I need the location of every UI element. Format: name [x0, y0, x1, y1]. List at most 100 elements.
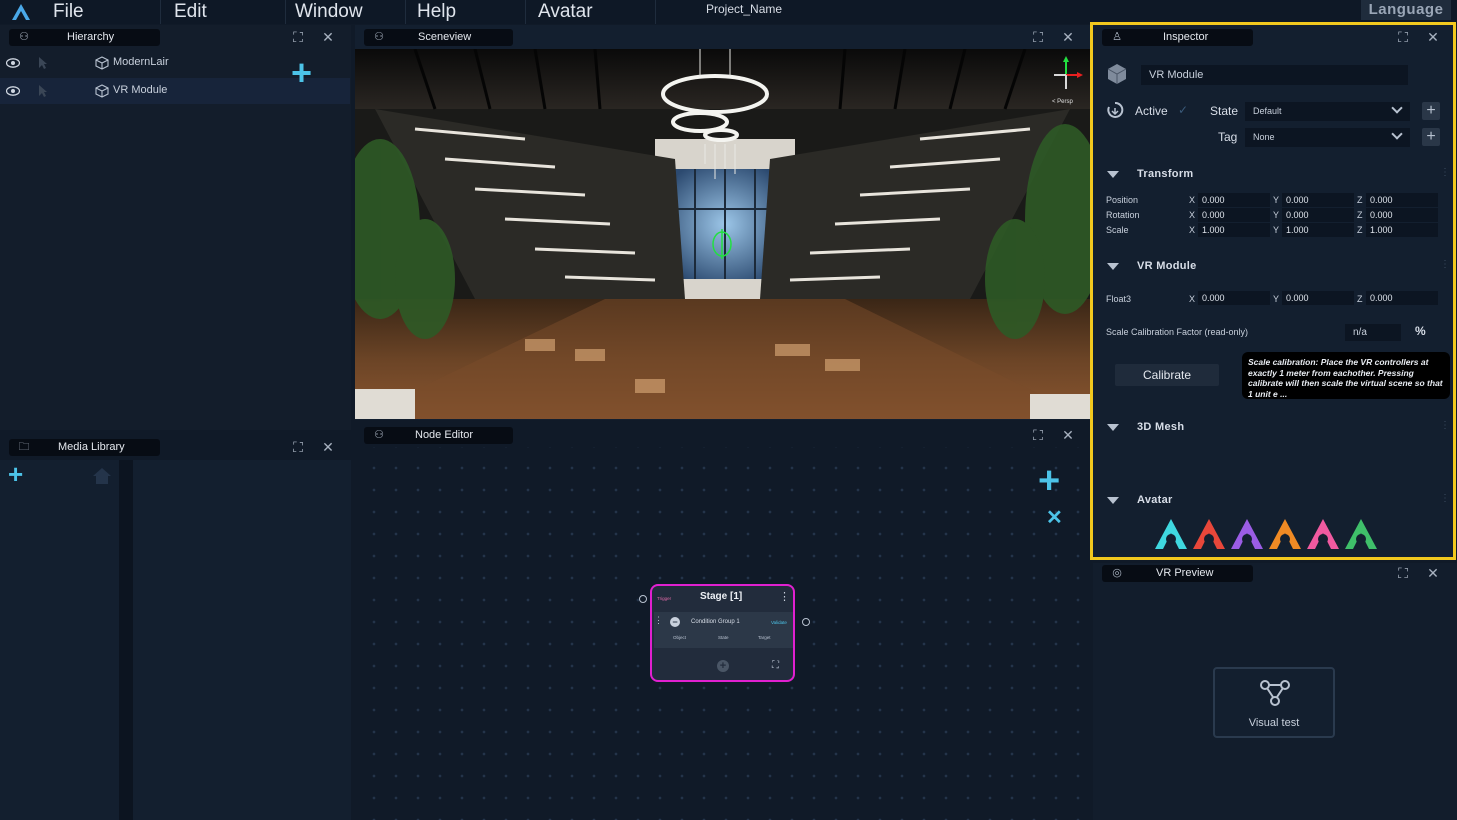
transform-title: Transform [1137, 168, 1194, 180]
avatar-option-icon[interactable] [1343, 517, 1379, 551]
scale-calibration-label: Scale Calibration Factor (read-only) [1106, 327, 1249, 337]
drag-handle-icon[interactable]: ⋮ [654, 615, 663, 626]
tag-dropdown[interactable]: None [1245, 128, 1410, 147]
active-toggle-icon[interactable] [1106, 101, 1124, 119]
tab-hierarchy[interactable]: ⚇ Hierarchy [9, 29, 160, 46]
persp-label[interactable]: < Persp [1052, 99, 1073, 105]
axis-z: Z [1357, 210, 1363, 220]
add-media-button[interactable]: + [8, 461, 23, 487]
node-menu-icon[interactable]: ⋮ [779, 590, 790, 603]
scene-viewport[interactable] [355, 49, 1090, 419]
stage-node[interactable]: Stage [1] ⋮ Trigger ⋮ − Condition Group … [650, 584, 795, 682]
tab-vr-preview[interactable]: ◎ VR Preview [1102, 565, 1253, 582]
close-icon[interactable]: ✕ [1425, 565, 1441, 581]
media-divider[interactable] [119, 460, 133, 820]
transform-z-field[interactable]: 0.000 [1366, 193, 1438, 207]
axis-x: X [1189, 195, 1196, 205]
avatar-option-icon[interactable] [1305, 517, 1341, 551]
node-editor-icon: ⚇ [374, 429, 384, 441]
output-port[interactable] [802, 618, 810, 626]
section-menu-icon[interactable]: ⋮ [1440, 167, 1450, 178]
select-cursor-icon[interactable] [38, 84, 48, 98]
eye-icon[interactable] [6, 86, 20, 96]
transform-x-field[interactable]: 0.000 [1198, 208, 1270, 222]
add-node-button[interactable]: + [1038, 462, 1060, 500]
menu-edit[interactable]: Edit [174, 0, 207, 24]
tab-inspector[interactable]: ♙ Inspector [1102, 29, 1253, 46]
add-state-button[interactable]: + [1422, 102, 1440, 120]
axis-x: X [1189, 225, 1196, 235]
input-port[interactable] [639, 595, 647, 603]
section-menu-icon[interactable]: ⋮ [1440, 259, 1450, 270]
add-object-button[interactable]: + [291, 55, 312, 91]
select-cursor-icon[interactable] [38, 56, 48, 70]
add-tag-button[interactable]: + [1422, 128, 1440, 146]
eye-icon[interactable] [6, 58, 20, 68]
close-icon[interactable]: ✕ [1060, 29, 1076, 45]
tab-node-editor[interactable]: ⚇ Node Editor [364, 427, 513, 444]
trigger-label: Trigger [657, 596, 672, 601]
calibration-tooltip: Scale calibration: Place the VR controll… [1242, 352, 1450, 399]
transform-y-field[interactable]: 1.000 [1282, 223, 1354, 237]
transform-y-field[interactable]: 0.000 [1282, 208, 1354, 222]
collapse-triangle-icon[interactable] [1107, 263, 1119, 270]
active-checkbox[interactable]: ✓ [1178, 103, 1188, 117]
axis-z: Z [1357, 195, 1363, 205]
remove-condition-icon[interactable]: − [670, 617, 680, 627]
object-name-field[interactable]: VR Module [1141, 65, 1408, 85]
avatar-row [1153, 517, 1393, 551]
tab-sceneview[interactable]: ⚇ Sceneview [364, 29, 513, 46]
node-resize-icon[interactable]: ⛶ [772, 660, 779, 671]
state-dropdown[interactable]: Default [1245, 102, 1410, 121]
menu-help[interactable]: Help [417, 0, 456, 24]
float3-y-field[interactable]: 0.000 [1282, 291, 1354, 305]
float3-x-field[interactable]: 0.000 [1198, 291, 1270, 305]
expand-icon[interactable]: ⛶ [290, 29, 306, 45]
close-icon[interactable]: ✕ [320, 439, 336, 455]
close-icon[interactable]: ✕ [1060, 427, 1076, 443]
visual-test-label: Visual test [1248, 717, 1300, 729]
menu-file[interactable]: File [53, 0, 84, 24]
add-condition-icon[interactable]: + [717, 660, 729, 672]
sceneview-icon: ⚇ [374, 31, 384, 43]
column-object: Object [673, 635, 687, 640]
transform-row-label: Position [1106, 195, 1139, 205]
section-menu-icon[interactable]: ⋮ [1440, 493, 1450, 504]
transform-x-field[interactable]: 0.000 [1198, 193, 1270, 207]
avatar-option-icon[interactable] [1229, 517, 1265, 551]
media-content-pane [133, 460, 351, 820]
avatar-option-icon[interactable] [1191, 517, 1227, 551]
transform-z-field[interactable]: 1.000 [1366, 223, 1438, 237]
avatar-option-icon[interactable] [1153, 517, 1189, 551]
expand-icon[interactable]: ⛶ [1030, 29, 1046, 45]
home-icon[interactable] [92, 467, 112, 485]
expand-icon[interactable]: ⛶ [1395, 29, 1411, 45]
vr-headset-icon: ◎ [1112, 567, 1122, 579]
transform-y-field[interactable]: 0.000 [1282, 193, 1354, 207]
transform-x-field[interactable]: 1.000 [1198, 223, 1270, 237]
clear-nodes-icon[interactable]: ✕ [1046, 505, 1063, 530]
menu-avatar[interactable]: Avatar [538, 0, 593, 24]
tag-label: Tag [1218, 130, 1238, 144]
language-button[interactable]: Language [1361, 0, 1451, 20]
axis-x: X [1189, 294, 1196, 304]
expand-icon[interactable]: ⛶ [1395, 565, 1411, 581]
collapse-triangle-icon[interactable] [1107, 497, 1119, 504]
collapse-triangle-icon[interactable] [1107, 171, 1119, 178]
expand-icon[interactable]: ⛶ [1030, 427, 1046, 443]
menu-window[interactable]: Window [295, 0, 363, 24]
tab-media-library[interactable]: 🗀 Media Library [9, 439, 160, 456]
close-icon[interactable]: ✕ [320, 29, 336, 45]
avatar-option-icon[interactable] [1267, 517, 1303, 551]
close-icon[interactable]: ✕ [1425, 29, 1441, 45]
section-menu-icon[interactable]: ⋮ [1440, 420, 1450, 431]
transform-z-field[interactable]: 0.000 [1366, 208, 1438, 222]
float3-z-field[interactable]: 0.000 [1366, 291, 1438, 305]
calibrate-button[interactable]: Calibrate [1115, 364, 1219, 386]
expand-icon[interactable]: ⛶ [290, 439, 306, 455]
orientation-gizmo-icon[interactable] [1048, 55, 1084, 95]
inspector-panel: ♙ Inspector ⛶ ✕ VR Module Active ✓ State… [1090, 22, 1456, 560]
vr-preview-panel: ◎ VR Preview ⛶ ✕ Visual test [1093, 563, 1457, 820]
visual-test-button[interactable]: Visual test [1213, 667, 1335, 738]
collapse-triangle-icon[interactable] [1107, 424, 1119, 431]
